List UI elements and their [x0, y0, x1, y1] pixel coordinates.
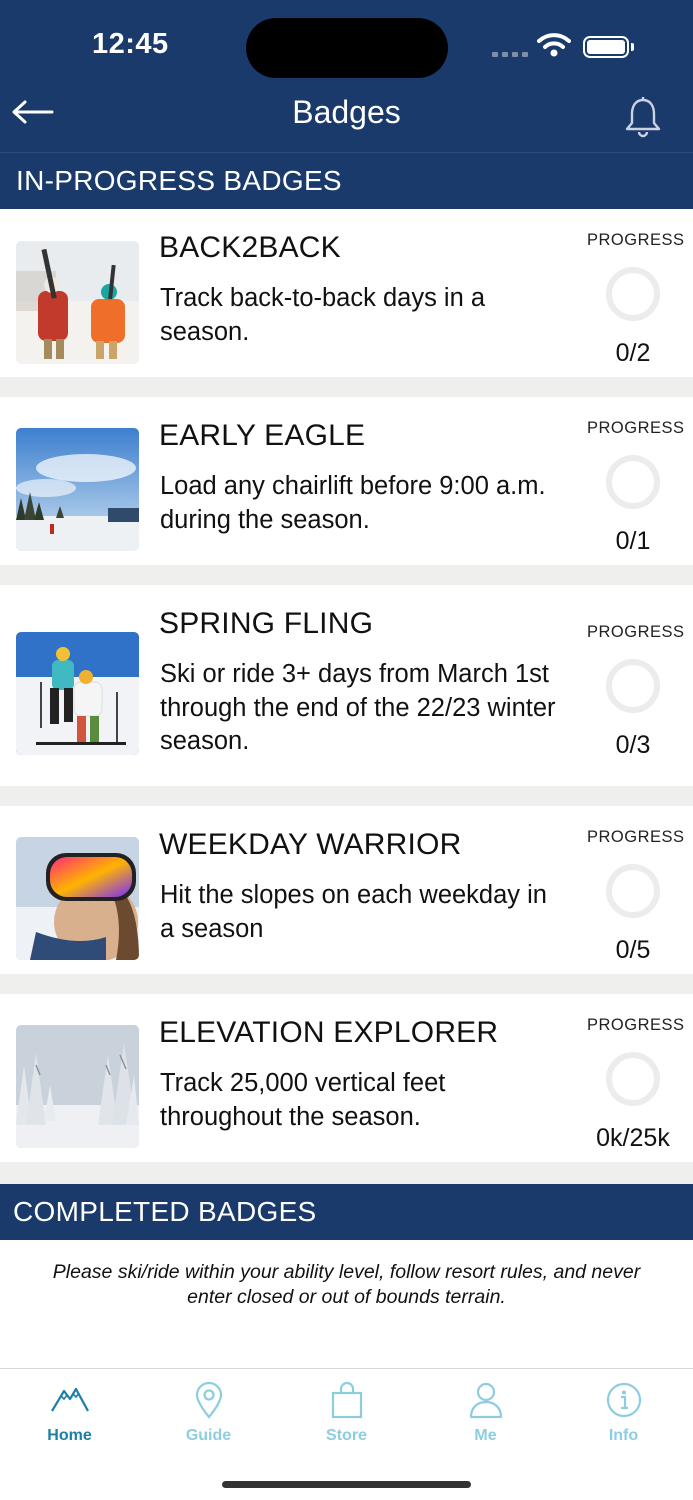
progress-label: PROGRESS: [587, 231, 685, 249]
progress-label: PROGRESS: [587, 1016, 685, 1034]
progress-count: 0/1: [615, 527, 651, 555]
tab-label: Store: [326, 1427, 367, 1444]
badge-row-elevation-explorer[interactable]: ELEVATION EXPLORER Track 25,000 vertical…: [0, 994, 693, 1162]
badge-row-weekday-warrior[interactable]: WEEKDAY WARRIOR Hit the slopes on each w…: [0, 806, 693, 974]
tab-store[interactable]: Store: [277, 1369, 416, 1459]
bell-icon: [625, 97, 661, 138]
progress-label: PROGRESS: [587, 828, 685, 846]
badge-row-back2back[interactable]: BACK2BACK Track back-to-back days in a s…: [0, 209, 693, 377]
tab-me[interactable]: Me: [416, 1369, 555, 1459]
progress-ring: [606, 455, 660, 509]
info-icon: [606, 1382, 641, 1418]
dynamic-island: [246, 18, 448, 78]
status-bar: 12:45: [0, 0, 693, 88]
badge-description: Load any chairlift before 9:00 a.m. duri…: [160, 472, 546, 534]
progress-ring: [606, 864, 660, 918]
tab-label: Info: [608, 1427, 639, 1444]
badge-image-elevation-explorer: [16, 1025, 139, 1148]
mountain-icon: [50, 1387, 89, 1412]
tab-home[interactable]: Home: [0, 1369, 139, 1459]
badge-image-weekday-warrior: [16, 837, 139, 960]
progress-ring: [606, 267, 660, 321]
tab-info[interactable]: Info: [554, 1369, 693, 1459]
progress-ring: [606, 1052, 660, 1106]
person-icon: [469, 1382, 502, 1419]
progress-label: PROGRESS: [587, 623, 685, 641]
progress-ring: [606, 659, 660, 713]
badge-list: BACK2BACK Track back-to-back days in a s…: [0, 209, 693, 1184]
progress-count: 0/5: [615, 936, 651, 964]
safety-disclaimer: Please ski/ride within your ability leve…: [0, 1240, 693, 1368]
badge-description: Track 25,000 vertical feet throughout th…: [160, 1069, 446, 1131]
map-pin-icon: [195, 1381, 222, 1419]
badge-description: Ski or ride 3+ days from March 1st throu…: [160, 660, 556, 755]
badge-description: Track back-to-back days in a season.: [160, 284, 486, 346]
badge-title: SPRING FLING: [159, 607, 374, 640]
shopping-bag-icon: [331, 1381, 362, 1419]
tab-label: Home: [47, 1427, 92, 1444]
badge-description: Hit the slopes on each weekday in a seas…: [160, 881, 547, 943]
badge-row-spring-fling[interactable]: SPRING FLING Ski or ride 3+ days from Ma…: [0, 585, 693, 786]
wifi-icon: [537, 33, 571, 57]
navigation-bar: Badges: [0, 88, 693, 153]
in-progress-section-header: IN-PROGRESS BADGES: [0, 153, 693, 209]
badge-title: EARLY EAGLE: [159, 419, 366, 452]
page-title: Badges: [292, 94, 401, 130]
tab-label: Me: [474, 1427, 497, 1444]
badge-title: WEEKDAY WARRIOR: [159, 828, 462, 861]
badge-title: BACK2BACK: [159, 231, 341, 264]
cellular-signal-icon: [492, 52, 528, 57]
badge-image-early-eagle: [16, 428, 139, 551]
progress-count: 0/3: [615, 731, 651, 759]
notifications-button[interactable]: [620, 94, 666, 140]
badge-image-spring-fling: [16, 632, 139, 755]
home-indicator: [222, 1481, 471, 1488]
badge-row-early-eagle[interactable]: EARLY EAGLE Load any chairlift before 9:…: [0, 397, 693, 565]
tab-guide[interactable]: Guide: [139, 1369, 278, 1459]
progress-label: PROGRESS: [587, 419, 685, 437]
battery-icon: [583, 36, 629, 58]
badge-title: ELEVATION EXPLORER: [159, 1016, 499, 1049]
badge-image-back2back: [16, 241, 139, 364]
tab-label: Guide: [185, 1427, 232, 1444]
progress-count: 0/2: [615, 339, 651, 367]
progress-count: 0k/25k: [596, 1124, 670, 1152]
completed-section-header: COMPLETED BADGES: [0, 1184, 693, 1240]
status-time: 12:45: [92, 28, 169, 60]
